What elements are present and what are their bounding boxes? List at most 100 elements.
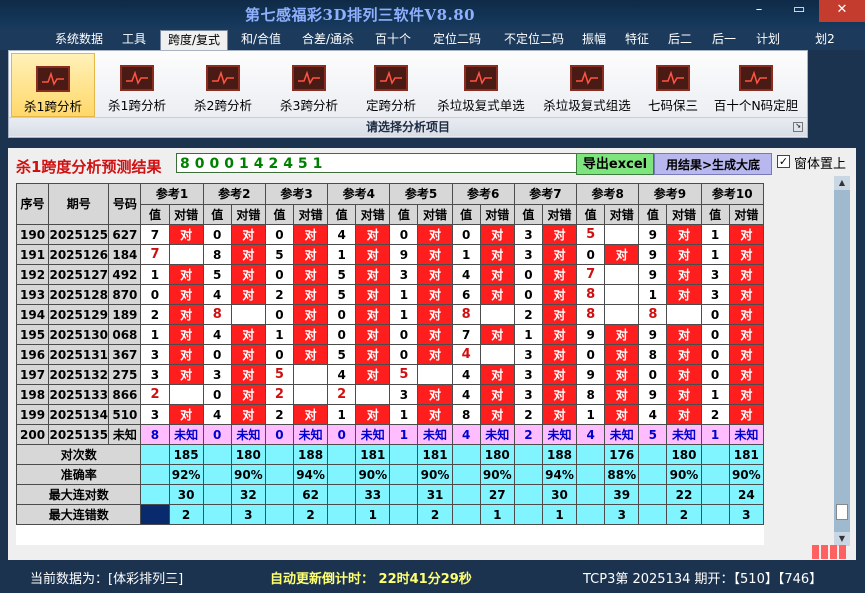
chart-icon bbox=[570, 65, 604, 91]
table-row[interactable]: 198 2025133 866 2 0 对 2 2 3 对 4 对 3 对 8 对 9 对 1 对 bbox=[16, 384, 764, 405]
stat-value-cell: 1 bbox=[355, 504, 391, 525]
ref-result-cell: 对 bbox=[417, 284, 453, 305]
row-period: 2025125 bbox=[48, 224, 110, 245]
stat-spacer-cell bbox=[327, 484, 357, 505]
tool-kill-junk-group[interactable]: 杀垃圾复式组选 bbox=[535, 53, 639, 115]
status-bar: 当前数据为：[体彩排列三] 自动更新倒计时： 22时41分29秒 TCP3第 2… bbox=[0, 564, 865, 593]
table-row[interactable]: 197 2025132 275 3 对 3 对 5 4 对 5 4 对 3 对 9 对 0 对 0 对 bbox=[16, 364, 764, 385]
tool-kill2-span-analysis[interactable]: 杀2跨分析 bbox=[181, 53, 265, 115]
dialog-launcher-icon[interactable]: ↘ bbox=[793, 122, 803, 132]
ref-result-cell: 对 bbox=[230, 264, 266, 285]
ref-result-cell: 对 bbox=[292, 284, 329, 305]
ref-result-cell: 对 bbox=[728, 344, 764, 365]
menu-unfixed-2code[interactable]: 不定位二码 bbox=[497, 30, 571, 50]
ref-result-cell: 对 bbox=[479, 324, 515, 345]
menu-amplitude[interactable]: 振幅 bbox=[578, 30, 610, 50]
col-header-ref5: 参考5 bbox=[389, 183, 453, 205]
tool-seven-keep-three[interactable]: 七码保三 bbox=[641, 53, 705, 115]
stat-spacer-cell bbox=[140, 464, 170, 485]
restore-button[interactable]: ▭ bbox=[779, 0, 819, 22]
menu-hundreds-tens-units[interactable]: 百十个 bbox=[369, 30, 417, 50]
ref-value-cell: 3 bbox=[202, 364, 232, 385]
tool-kill-junk-single[interactable]: 杀垃圾复式单选 bbox=[429, 53, 533, 115]
export-excel-button[interactable]: 导出excel bbox=[576, 153, 654, 175]
stat-spacer-cell bbox=[327, 504, 357, 525]
table-row[interactable]: 195 2025130 068 1 对 4 对 1 对 0 对 0 对 7 对 1 对 9 对 9 对 0 对 bbox=[16, 324, 764, 345]
table-row[interactable]: 192 2025127 492 1 对 5 对 0 对 5 对 3 对 4 对 0 对 7 9 对 3 对 bbox=[16, 264, 764, 285]
menu-system-data[interactable]: 系统数据 bbox=[48, 30, 110, 50]
ref-value-cell: 7 bbox=[576, 264, 606, 285]
col-header-ref10: 参考10 bbox=[700, 183, 764, 205]
result-field[interactable]: 8000142451 bbox=[176, 153, 580, 173]
tool-ncode-fixed-gall[interactable]: 百十个N码定胆 bbox=[707, 53, 805, 115]
menu-plan2[interactable]: 划2 bbox=[810, 30, 840, 50]
generate-base-button[interactable]: 用结果>生成大底 bbox=[654, 153, 772, 175]
ref-result-cell: 对 bbox=[230, 324, 266, 345]
ref-value-cell: 5 bbox=[202, 264, 232, 285]
ref-result-cell: 对 bbox=[168, 264, 204, 285]
ref-value-cell: 0 bbox=[451, 224, 481, 245]
ref-result-cell: 对 bbox=[417, 384, 453, 405]
menu-last1[interactable]: 后一 bbox=[708, 30, 740, 50]
ref-value-cell: 1 bbox=[700, 224, 730, 245]
minimize-button[interactable]: – bbox=[739, 0, 779, 22]
tool-fixed-span-analysis[interactable]: 定跨分析 bbox=[353, 53, 429, 115]
stat-value-cell: 2 bbox=[168, 504, 204, 525]
predicted-result-cell: 未知 bbox=[604, 424, 640, 445]
table-row[interactable]: 199 2025134 510 3 对 4 对 2 对 1 对 1 对 8 对 2 对 1 对 4 对 2 对 bbox=[16, 404, 764, 425]
scroll-thumb[interactable] bbox=[836, 504, 848, 520]
ref-value-cell: 1 bbox=[389, 284, 419, 305]
table-row[interactable]: 193 2025128 870 0 对 4 对 2 对 5 对 1 对 6 对 0 对 8 1 对 3 对 bbox=[16, 284, 764, 305]
predicted-result-cell: 未知 bbox=[666, 424, 702, 445]
menu-fixed-2code[interactable]: 定位二码 bbox=[426, 30, 488, 50]
row-number: 184 bbox=[108, 244, 142, 265]
menu-tools[interactable]: 工具 bbox=[117, 30, 151, 50]
ref-result-cell: 对 bbox=[666, 264, 702, 285]
col-subheader-result: 对错 bbox=[355, 204, 391, 225]
prediction-row[interactable]: 200 2025135 未知 8 未知 0 未知 0 未知 0 未知 1 未知 4 未知 2 未知 4 未知 5 未知 1… bbox=[16, 424, 764, 445]
scroll-down-icon[interactable]: ▼ bbox=[834, 532, 850, 546]
ref-result-cell: 对 bbox=[417, 224, 453, 245]
ref-result-cell bbox=[604, 284, 640, 305]
ref-value-cell: 1 bbox=[451, 244, 481, 265]
menu-sum-value[interactable]: 和/合值 bbox=[235, 30, 287, 50]
predicted-value-cell: 4 bbox=[576, 424, 606, 445]
menu-last2[interactable]: 后二 bbox=[664, 30, 696, 50]
stat-value-cell: 22 bbox=[666, 484, 702, 505]
table-row[interactable]: 196 2025131 367 3 对 0 对 0 对 5 对 0 对 4 3 对 0 对 8 对 0 对 bbox=[16, 344, 764, 365]
menu-span-compound[interactable]: 跨度/复式 bbox=[160, 30, 228, 51]
menu-plan[interactable]: 计划 bbox=[752, 30, 784, 50]
stat-spacer-cell bbox=[140, 444, 170, 465]
table-row[interactable]: 190 2025125 627 7 对 0 对 0 对 4 对 0 对 0 对 3 对 5 9 对 1 对 bbox=[16, 224, 764, 245]
vertical-scrollbar[interactable]: ▲ ▼ bbox=[834, 176, 850, 546]
row-number: 492 bbox=[108, 264, 142, 285]
col-subheader-value: 值 bbox=[264, 204, 295, 225]
menu-diff-kill[interactable]: 合差/通杀 bbox=[296, 30, 360, 50]
stat-value-cell: 24 bbox=[728, 484, 764, 505]
stat-spacer-cell bbox=[451, 464, 481, 485]
ref-value-cell: 2 bbox=[264, 404, 295, 425]
ref-result-cell: 对 bbox=[728, 404, 764, 425]
ref-result-cell: 对 bbox=[292, 244, 329, 265]
scroll-up-icon[interactable]: ▲ bbox=[834, 176, 850, 190]
close-button[interactable]: ✕ bbox=[819, 0, 865, 22]
stat-spacer-cell bbox=[638, 504, 668, 525]
tool-kill1-span-analysis[interactable]: 杀1跨分析 bbox=[11, 53, 95, 117]
chart-icon bbox=[739, 65, 773, 91]
ref-value-cell: 0 bbox=[327, 324, 357, 345]
window-topmost-checkbox[interactable]: ✓ bbox=[777, 155, 790, 168]
menu-feature[interactable]: 特征 bbox=[620, 30, 654, 50]
tool-kill3-span-analysis[interactable]: 杀3跨分析 bbox=[267, 53, 351, 115]
ref-result-cell: 对 bbox=[168, 404, 204, 425]
ref-result-cell: 对 bbox=[541, 304, 578, 325]
predicted-value-cell: 0 bbox=[202, 424, 232, 445]
table-row[interactable]: 194 2025129 189 2 对 8 0 对 0 对 1 对 8 2 对 8 8 0 对 bbox=[16, 304, 764, 325]
ref-result-cell: 对 bbox=[479, 264, 515, 285]
row-period: 2025130 bbox=[48, 324, 110, 345]
tool-label: 杀1跨分析 bbox=[24, 99, 82, 114]
stat-value-cell: 176 bbox=[604, 444, 640, 465]
tool-kill1-span-analysis-2[interactable]: 杀1跨分析 bbox=[95, 53, 179, 115]
table-row[interactable]: 191 2025126 184 7 8 对 5 对 1 对 9 对 1 对 3 对 0 对 9 对 1 对 bbox=[16, 244, 764, 265]
ref-value-cell: 9 bbox=[576, 364, 606, 385]
stat-label: 对次数 bbox=[16, 444, 142, 465]
